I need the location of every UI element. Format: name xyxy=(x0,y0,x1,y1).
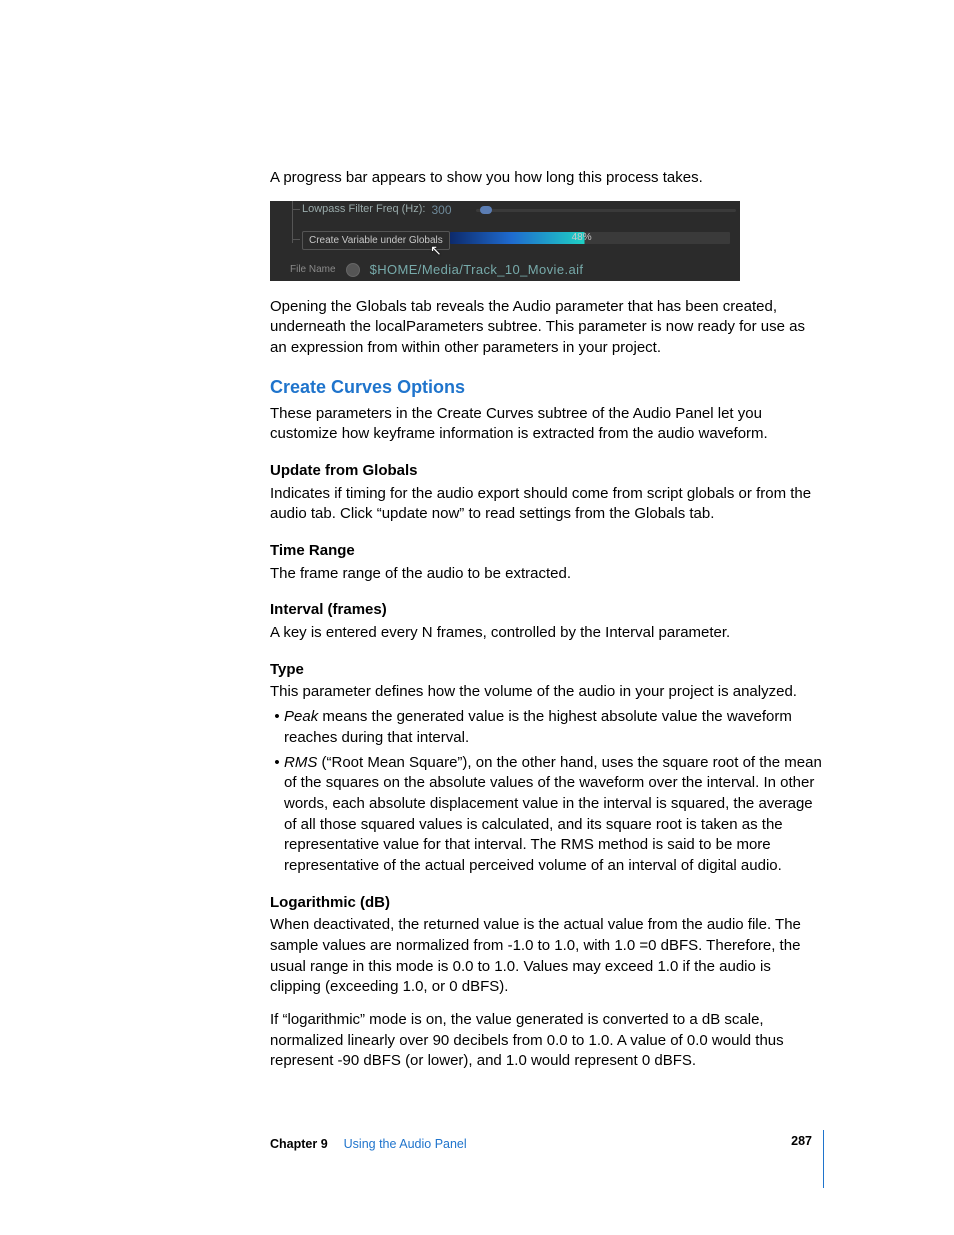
chapter-title: Using the Audio Panel xyxy=(344,1136,467,1153)
bullet-peak-text: means the generated value is the highest… xyxy=(284,708,792,746)
body-logarithmic-2: If “logarithmic” mode is on, the value g… xyxy=(270,1010,824,1072)
globals-paragraph: Opening the Globals tab reveals the Audi… xyxy=(270,297,824,359)
body-time-range: The frame range of the audio to be extra… xyxy=(270,564,824,585)
heading-interval: Interval (frames) xyxy=(270,600,824,621)
type-bullets: • Peak means the generated value is the … xyxy=(270,707,824,877)
list-item: • Peak means the generated value is the … xyxy=(270,707,824,748)
progress-bar-screenshot: Lowpass Filter Freq (Hz): 300 Create Var… xyxy=(270,201,740,281)
intro-line: A progress bar appears to show you how l… xyxy=(270,168,824,189)
file-path-value: $HOME/Media/Track_10_Movie.aif xyxy=(370,261,584,279)
body-type: This parameter defines how the volume of… xyxy=(270,682,824,703)
heading-update-from-globals: Update from Globals xyxy=(270,461,824,482)
file-name-label: File Name xyxy=(290,263,336,277)
page-number: 287 xyxy=(791,1133,812,1150)
heading-type: Type xyxy=(270,660,824,681)
section-intro: These parameters in the Create Curves su… xyxy=(270,404,824,445)
bullet-rms-term: RMS xyxy=(284,754,317,771)
bullet-peak-term: Peak xyxy=(284,708,318,725)
bullet-icon: • xyxy=(270,753,284,774)
progress-bar: 48% xyxy=(450,232,730,244)
list-item: • RMS (“Root Mean Square”), on the other… xyxy=(270,753,824,877)
footer-divider xyxy=(823,1130,824,1188)
bullet-rms-text: (“Root Mean Square”), on the other hand,… xyxy=(284,754,822,874)
progress-percent: 48% xyxy=(572,231,592,245)
file-row: File Name $HOME/Media/Track_10_Movie.aif xyxy=(290,261,583,279)
dropdown-icon[interactable] xyxy=(346,263,360,277)
slider-thumb[interactable] xyxy=(480,206,492,214)
heading-time-range: Time Range xyxy=(270,541,824,562)
section-heading-create-curves: Create Curves Options xyxy=(270,375,824,400)
lowpass-row: Lowpass Filter Freq (Hz): 300 xyxy=(302,202,452,219)
lowpass-slider[interactable] xyxy=(476,209,736,212)
body-update-from-globals: Indicates if timing for the audio export… xyxy=(270,484,824,525)
body-logarithmic-1: When deactivated, the returned value is … xyxy=(270,915,824,998)
page-footer: Chapter 9 Using the Audio Panel 287 xyxy=(270,1136,824,1196)
body-interval: A key is entered every N frames, control… xyxy=(270,623,824,644)
chapter-label: Chapter 9 xyxy=(270,1136,328,1153)
bullet-icon: • xyxy=(270,707,284,728)
lowpass-label: Lowpass Filter Freq (Hz): xyxy=(302,202,425,217)
create-variable-button[interactable]: Create Variable under Globals xyxy=(302,231,450,251)
lowpass-value: 300 xyxy=(431,202,451,219)
heading-logarithmic: Logarithmic (dB) xyxy=(270,893,824,914)
